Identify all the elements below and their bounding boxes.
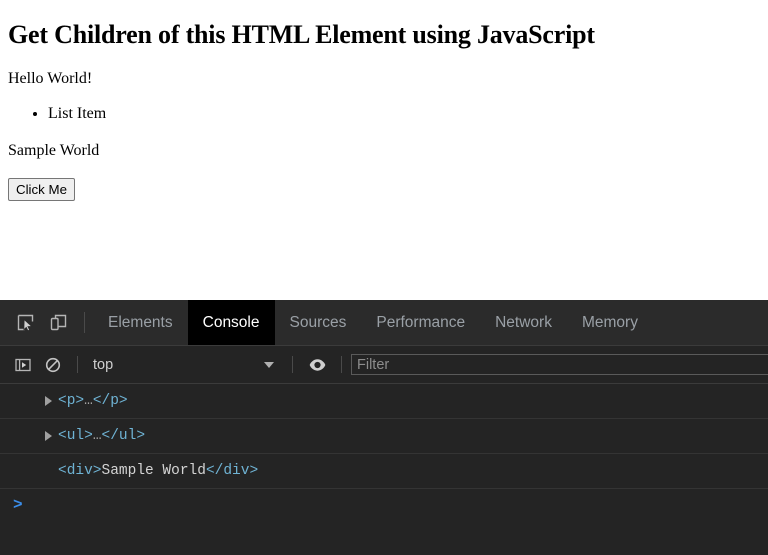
tag-open: <p> [58, 393, 85, 409]
inspect-element-icon[interactable] [9, 300, 42, 345]
live-expression-icon[interactable] [302, 358, 332, 372]
sample-world-div: Sample World [8, 141, 100, 159]
hello-paragraph: Hello World! [8, 69, 93, 87]
click-me-button[interactable]: Click Me [8, 177, 75, 201]
tab-console[interactable]: Console [187, 300, 275, 345]
tag-open: <div> [58, 463, 102, 479]
page-title: Get Children of this HTML Element using … [8, 20, 595, 49]
list-item: List Item [48, 104, 760, 125]
console-output: <p> … </p> <ul> … </ul> <div> Sample Wor… [0, 384, 768, 555]
console-filter-bar: top [0, 346, 768, 384]
devtools-panel: Elements Console Sources Performance Net… [0, 300, 768, 555]
filterbar-divider-3 [341, 356, 342, 373]
expand-triangle-icon[interactable] [45, 396, 52, 406]
device-toolbar-icon[interactable] [42, 300, 75, 345]
console-row[interactable]: <div> Sample World </div> [0, 454, 768, 489]
filter-input[interactable] [351, 354, 768, 375]
tab-network[interactable]: Network [480, 300, 567, 345]
tab-elements[interactable]: Elements [93, 300, 188, 345]
expand-triangle-icon[interactable] [45, 431, 52, 441]
collapsed-ellipsis: … [84, 393, 93, 409]
tab-performance[interactable]: Performance [361, 300, 480, 345]
rendered-page: Get Children of this HTML Element using … [0, 0, 768, 300]
toolbar-divider [84, 312, 85, 333]
tag-close: </ul> [101, 428, 146, 444]
sample-list: List Item [8, 104, 760, 125]
collapsed-ellipsis: … [92, 428, 102, 444]
tag-open: <ul> [58, 428, 93, 444]
console-sidebar-icon[interactable] [8, 357, 38, 373]
console-row[interactable]: <p> … </p> [0, 384, 768, 419]
tag-close: </div> [205, 463, 259, 479]
chevron-down-icon [264, 361, 274, 368]
filterbar-divider-2 [292, 356, 293, 373]
tab-memory[interactable]: Memory [567, 300, 653, 345]
console-prompt-row[interactable]: > [0, 489, 768, 521]
tag-close: </p> [92, 393, 128, 409]
clear-console-icon[interactable] [38, 357, 68, 373]
devtools-tabbar: Elements Console Sources Performance Net… [0, 300, 768, 346]
filterbar-divider-1 [77, 356, 78, 373]
execution-context-dropdown[interactable]: top [87, 357, 283, 373]
node-text: Sample World [101, 463, 206, 479]
console-row[interactable]: <ul> … </ul> [0, 419, 768, 454]
execution-context-label: top [93, 356, 114, 373]
prompt-caret-icon: > [13, 496, 23, 514]
tab-sources[interactable]: Sources [275, 300, 362, 345]
